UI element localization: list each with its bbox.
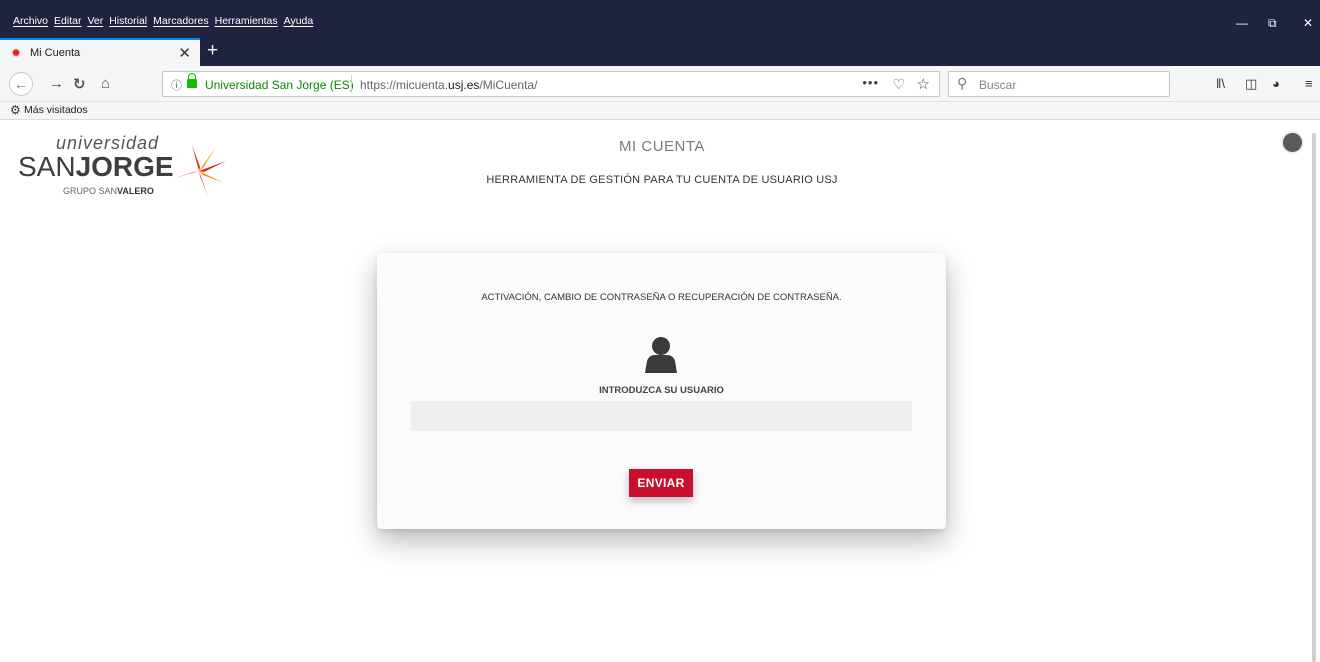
menu-ver[interactable]: Ver	[84, 15, 106, 31]
usj-logo[interactable]: universidad SANJORGE GRUPO SANVALERO	[18, 133, 233, 205]
scrollbar-thumb[interactable]	[1312, 133, 1316, 662]
site-identity[interactable]: Universidad San Jorge (ES)	[205, 78, 354, 92]
menu-archivo[interactable]: Archivo	[10, 15, 51, 31]
close-tab-icon[interactable]: ✕	[178, 44, 191, 62]
bookmark-most-visited[interactable]: Más visitados	[24, 104, 88, 116]
account-card: ACTIVACIÓN, CAMBIO DE CONTRASEÑA O RECUP…	[377, 253, 946, 529]
lock-icon	[187, 73, 197, 88]
address-bar[interactable]: ⓘ Universidad San Jorge (ES) https://mic…	[162, 71, 940, 97]
address-separator	[351, 75, 352, 93]
user-icon	[645, 337, 677, 373]
usj-star-logo-icon	[172, 145, 226, 197]
restore-icon[interactable]: ⧉	[1268, 16, 1277, 31]
navigation-toolbar: ← → ↻ ⌂ ⓘ Universidad San Jorge (ES) htt…	[0, 66, 1320, 102]
tab-title: Mi Cuenta	[30, 47, 81, 59]
logo-grupo: GRUPO SANVALERO	[63, 186, 154, 196]
submit-button[interactable]: ENVIAR	[629, 469, 693, 497]
menu-bar: Archivo Editar Ver Historial Marcadores …	[10, 15, 316, 31]
page-actions-icon[interactable]: •••	[862, 75, 879, 90]
home-icon[interactable]: ⌂	[101, 75, 110, 92]
username-input[interactable]	[411, 401, 912, 431]
bookmarks-toolbar: ⚙ Más visitados	[0, 102, 1320, 120]
page-content: universidad SANJORGE GRUPO SANVALERO MI …	[0, 121, 1320, 662]
card-intro: ACTIVACIÓN, CAMBIO DE CONTRASEÑA O RECUP…	[481, 292, 842, 303]
search-icon: ⚲	[957, 75, 968, 91]
pocket-icon[interactable]: ♡	[892, 76, 905, 93]
tab-mi-cuenta[interactable]: ✹ Mi Cuenta ✕	[0, 38, 200, 66]
menu-ayuda[interactable]: Ayuda	[281, 15, 317, 31]
toggle-icon[interactable]	[1283, 133, 1302, 152]
menu-herramientas[interactable]: Herramientas	[212, 15, 281, 31]
page-title: MI CUENTA	[619, 138, 705, 155]
close-window-icon[interactable]: ✕	[1303, 16, 1313, 30]
page-scrollbar[interactable]	[1307, 133, 1320, 662]
minimize-icon[interactable]: —	[1236, 16, 1248, 30]
menu-historial[interactable]: Historial	[106, 15, 150, 31]
library-icon[interactable]: ‖\	[1216, 76, 1225, 91]
reload-icon[interactable]: ↻	[73, 75, 86, 93]
menu-editar[interactable]: Editar	[51, 15, 84, 31]
search-bar[interactable]: ⚲ Buscar	[948, 71, 1170, 97]
url-text[interactable]: https://micuenta.usj.es/MiCuenta/	[360, 78, 537, 92]
new-tab-icon[interactable]: +	[207, 40, 218, 62]
info-icon[interactable]: ⓘ	[171, 77, 182, 93]
gear-icon: ⚙	[10, 103, 21, 117]
page-subtitle: HERRAMIENTA DE GESTIÓN PARA TU CUENTA DE…	[486, 174, 838, 186]
bookmark-star-icon[interactable]: ☆	[917, 75, 930, 93]
username-label: INTRODUZCA SU USUARIO	[599, 385, 724, 396]
menu-marcadores[interactable]: Marcadores	[150, 15, 211, 31]
account-icon[interactable]: ◕	[1272, 76, 1280, 91]
browser-titlebar: Archivo Editar Ver Historial Marcadores …	[0, 0, 1320, 66]
search-placeholder: Buscar	[979, 78, 1017, 92]
sidebar-icon[interactable]: ◫	[1245, 76, 1257, 92]
forward-icon[interactable]: →	[49, 75, 64, 92]
menu-hamburger-icon[interactable]: ≡	[1305, 76, 1313, 91]
logo-sanjorge: SANJORGE	[18, 151, 174, 182]
back-icon[interactable]: ←	[9, 72, 33, 96]
usj-star-icon: ✹	[11, 46, 22, 60]
